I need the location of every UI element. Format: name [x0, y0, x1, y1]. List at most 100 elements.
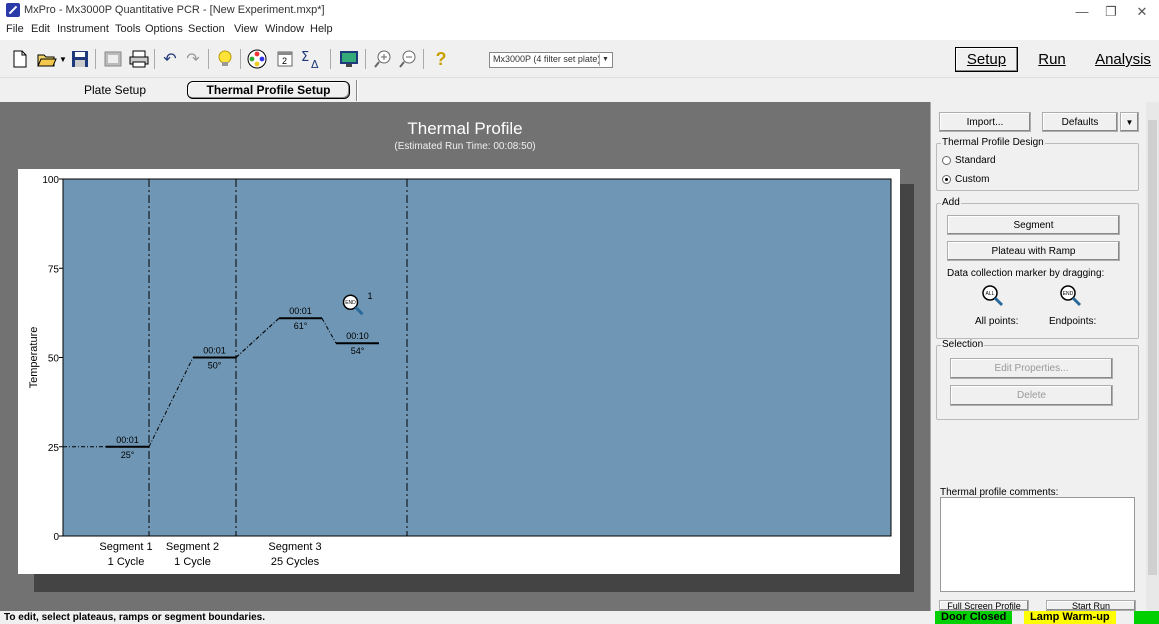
edit-properties-button[interactable]: Edit Properties... [950, 358, 1113, 379]
tab-divider [356, 80, 358, 101]
title-bar: MxPro - Mx3000P Quantitative PCR - [New … [0, 0, 1159, 20]
vertical-scrollbar[interactable] [1146, 102, 1159, 611]
all-marker-text: ALL [986, 291, 995, 297]
segment-name-label: Segment 3 [268, 541, 321, 553]
status-message: To edit, select plateaus, ramps or segme… [4, 612, 265, 623]
endpoints-label: Endpoints: [1049, 316, 1097, 327]
run-mode-button[interactable]: Run [1028, 47, 1076, 72]
endpoints-marker-icon[interactable]: END [1059, 284, 1083, 308]
toolbar-separator [365, 49, 366, 69]
analysis-mode-button[interactable]: Analysis [1088, 47, 1158, 72]
plateau-time-label: 00:01 [116, 435, 139, 445]
full-screen-profile-button[interactable]: Full Screen Profile [939, 600, 1029, 611]
plateau-temp-label: 61° [294, 321, 308, 331]
print-icon[interactable] [128, 48, 150, 70]
y-tick-label: 50 [48, 354, 60, 365]
defaults-dropdown-icon[interactable]: ▼ [1120, 112, 1139, 132]
thermal-profile-canvas: Thermal Profile (Estimated Run Time: 00:… [0, 102, 930, 611]
radio-dot [942, 175, 951, 184]
plot-area[interactable] [62, 178, 892, 537]
plateau-temp-label: 50° [208, 361, 222, 371]
save-icon[interactable] [69, 48, 91, 70]
end-marker-text: END [1063, 291, 1074, 297]
chart-subtitle: (Estimated Run Time: 00:08:50) [394, 141, 536, 152]
redo-icon[interactable]: ↷ [182, 48, 204, 70]
tab-thermal-profile-setup[interactable]: Thermal Profile Setup [187, 81, 350, 99]
plate-wells-icon[interactable] [246, 48, 268, 70]
add-group-title: Add [941, 197, 961, 208]
segment-name-label: Segment 2 [166, 541, 219, 553]
design-custom-radio[interactable]: Custom [942, 174, 989, 185]
comments-textarea[interactable] [940, 497, 1135, 592]
report-icon[interactable] [102, 48, 124, 70]
undo-icon[interactable]: ↶ [159, 48, 181, 70]
minimize-button[interactable]: — [1072, 4, 1092, 19]
y-tick-label: 75 [48, 264, 60, 275]
setup-mode-button[interactable]: Setup [955, 47, 1018, 72]
svg-text:Σ: Σ [301, 50, 309, 65]
start-run-button[interactable]: Start Run [1046, 600, 1136, 611]
selection-group: Selection Edit Properties... Delete [936, 339, 1139, 420]
restore-button[interactable]: ❐ [1101, 4, 1121, 20]
y-axis-label: Temperature [28, 327, 40, 389]
help-question-icon[interactable]: ? [430, 48, 452, 70]
segment-button[interactable]: Segment [947, 215, 1120, 235]
defaults-button[interactable]: Defaults [1042, 112, 1118, 132]
svg-text:Δ: Δ [311, 58, 319, 69]
plateau-with-ramp-button[interactable]: Plateau with Ramp [947, 241, 1120, 261]
instrument-select[interactable]: Mx3000P (4 filter set plate) ▼ [489, 52, 613, 68]
chevron-down-icon[interactable]: ▼ [599, 54, 611, 66]
monitor-icon[interactable] [338, 48, 360, 70]
open-folder-icon[interactable] [36, 48, 58, 70]
plateau-time-label: 00:01 [203, 346, 226, 356]
sigma-delta-icon[interactable]: ΣΔ [300, 48, 322, 70]
menu-tools[interactable]: Tools [115, 23, 141, 35]
tab-plate-setup[interactable]: Plate Setup [60, 81, 170, 99]
segment-cycles-label: 1 Cycle [174, 556, 211, 568]
segment-name-label: Segment 1 [99, 541, 152, 553]
design-standard-radio[interactable]: Standard [942, 155, 996, 166]
menu-bar: File Edit Instrument Tools Options Secti… [0, 20, 1159, 40]
design-custom-label: Custom [955, 174, 990, 185]
design-group-title: Thermal Profile Design [941, 137, 1045, 148]
import-button[interactable]: Import... [939, 112, 1031, 132]
add-group: Add Segment Plateau with Ramp Data colle… [936, 197, 1139, 339]
scrollbar-thumb[interactable] [1148, 120, 1157, 575]
design-group: Thermal Profile Design Standard Custom [936, 137, 1139, 191]
open-dropdown-icon[interactable]: ▼ [58, 48, 68, 70]
status-bar: To edit, select plateaus, ramps or segme… [0, 611, 1159, 624]
plateau-time-label: 00:10 [346, 331, 369, 341]
new-file-icon[interactable] [9, 48, 31, 70]
all-points-label: All points: [975, 316, 1019, 327]
menu-help[interactable]: Help [310, 23, 333, 35]
lamp-bulb-icon[interactable] [214, 48, 236, 70]
segment-cycles-label: 25 Cycles [271, 556, 320, 568]
menu-section[interactable]: Section [188, 23, 225, 35]
thermal-profile-chart[interactable]: 0 25 50 75 100 Temperature 00:01 25° 00:01 50° 00:… [18, 169, 900, 574]
toolbar-separator [423, 49, 424, 69]
marker-text: END [345, 300, 356, 306]
instrument-select-value: Mx3000P (4 filter set plate) [493, 54, 601, 64]
menu-instrument[interactable]: Instrument [57, 23, 109, 35]
plateau-time-label: 00:01 [289, 306, 312, 316]
toolbar-separator [154, 49, 155, 69]
y-tick-label: 0 [53, 532, 59, 543]
toolbar-separator [240, 49, 241, 69]
y-tick-label: 100 [42, 175, 59, 186]
close-button[interactable]: ✕ [1132, 4, 1152, 20]
segment-cycles-label: 1 Cycle [108, 556, 145, 568]
all-points-marker-icon[interactable]: ALL [981, 284, 1005, 308]
menu-edit[interactable]: Edit [31, 23, 50, 35]
menu-file[interactable]: File [6, 23, 24, 35]
delete-button[interactable]: Delete [950, 385, 1113, 406]
door-status-badge: Door Closed [935, 611, 1013, 624]
design-standard-label: Standard [955, 155, 996, 166]
menu-options[interactable]: Options [145, 23, 183, 35]
window-title: MxPro - Mx3000P Quantitative PCR - [New … [24, 4, 325, 16]
menu-window[interactable]: Window [265, 23, 304, 35]
zoom-out-icon[interactable] [397, 48, 419, 70]
menu-view[interactable]: View [234, 23, 258, 35]
toolbar-separator [95, 49, 96, 69]
zoom-in-icon[interactable] [372, 48, 394, 70]
calendar-icon[interactable]: 2 [274, 48, 296, 70]
